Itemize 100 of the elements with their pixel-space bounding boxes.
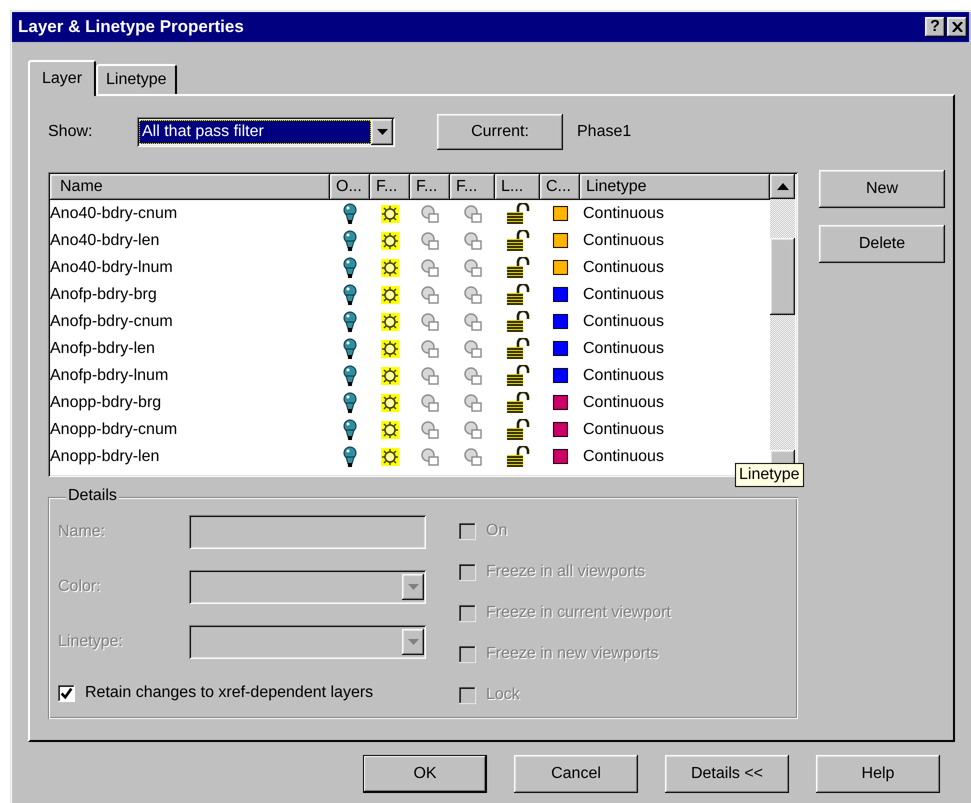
dialog-button[interactable]: Cancel	[514, 755, 638, 793]
column-header[interactable]: L...	[495, 174, 540, 200]
layer-name[interactable]: Anofp-bdry-cnum	[50, 308, 330, 335]
layer-name[interactable]: Ano40-bdry-cnum	[50, 200, 330, 227]
sun-icon[interactable]	[380, 284, 400, 304]
viewport-freeze-icon[interactable]	[420, 230, 440, 250]
bulb-icon[interactable]	[343, 310, 357, 332]
viewport-freeze-icon[interactable]	[462, 284, 482, 304]
color-swatch[interactable]	[552, 287, 568, 302]
viewport-freeze-icon[interactable]	[462, 312, 482, 332]
bulb-icon[interactable]	[343, 364, 357, 386]
layer-name[interactable]: Anopp-bdry-cnum	[50, 416, 330, 443]
bulb-icon[interactable]	[343, 446, 357, 468]
column-header[interactable]: F...	[450, 174, 495, 200]
viewport-freeze-icon[interactable]	[420, 204, 440, 224]
viewport-freeze-icon[interactable]	[420, 338, 440, 358]
side-button[interactable]: Delete	[819, 225, 945, 263]
layer-name[interactable]: Ano40-bdry-len	[50, 227, 330, 254]
color-swatch[interactable]	[552, 260, 568, 275]
help-button[interactable]: ?	[925, 17, 945, 37]
scroll-up-button[interactable]	[770, 174, 795, 199]
bulb-icon[interactable]	[343, 338, 357, 360]
bulb-icon[interactable]	[343, 230, 357, 252]
sun-icon[interactable]	[380, 420, 400, 440]
linetype-cell[interactable]: Continuous	[580, 200, 770, 227]
column-header[interactable]: O...	[330, 174, 370, 200]
open-lock-icon[interactable]	[506, 284, 530, 306]
viewport-freeze-icon[interactable]	[462, 420, 482, 440]
linetype-cell[interactable]: Continuous	[580, 362, 770, 389]
bulb-icon[interactable]	[343, 418, 357, 440]
viewport-freeze-icon[interactable]	[462, 230, 482, 250]
scroll-thumb[interactable]	[770, 238, 795, 315]
show-dropdown[interactable]: All that pass filter	[137, 117, 395, 147]
linetype-cell[interactable]: Continuous	[580, 335, 770, 362]
open-lock-icon[interactable]	[506, 230, 530, 252]
linetype-cell[interactable]: Continuous	[580, 227, 770, 254]
linetype-cell[interactable]: Continuous	[580, 416, 770, 443]
viewport-freeze-icon[interactable]	[420, 446, 440, 466]
open-lock-icon[interactable]	[506, 202, 530, 224]
sun-icon[interactable]	[380, 392, 400, 412]
column-header[interactable]: C...	[540, 174, 580, 200]
tab[interactable]: Linetype	[96, 64, 177, 94]
viewport-freeze-icon[interactable]	[420, 284, 440, 304]
color-swatch[interactable]	[552, 206, 568, 221]
color-swatch[interactable]	[552, 449, 568, 464]
bulb-icon[interactable]	[343, 256, 357, 278]
column-header[interactable]: F...	[410, 174, 450, 200]
viewport-freeze-icon[interactable]	[420, 420, 440, 440]
dialog-button[interactable]: Help	[816, 755, 940, 793]
sun-icon[interactable]	[380, 258, 400, 278]
side-button[interactable]: New	[819, 170, 945, 208]
color-swatch[interactable]	[552, 368, 568, 383]
tab[interactable]: Layer	[28, 60, 96, 96]
layer-name[interactable]: Ano40-bdry-lnum	[50, 254, 330, 281]
column-header[interactable]: F...	[370, 174, 410, 200]
viewport-freeze-icon[interactable]	[420, 392, 440, 412]
viewport-freeze-icon[interactable]	[462, 446, 482, 466]
column-header[interactable]: Name	[50, 174, 330, 200]
sun-icon[interactable]	[380, 230, 400, 250]
layer-name[interactable]: Anofp-bdry-len	[50, 335, 330, 362]
viewport-freeze-icon[interactable]	[462, 392, 482, 412]
viewport-freeze-icon[interactable]	[462, 258, 482, 278]
column-header[interactable]: Linetype	[580, 174, 770, 200]
sun-icon[interactable]	[380, 366, 400, 386]
open-lock-icon[interactable]	[506, 392, 530, 414]
viewport-freeze-icon[interactable]	[420, 258, 440, 278]
linetype-cell[interactable]: Continuous	[580, 281, 770, 308]
viewport-freeze-icon[interactable]	[420, 312, 440, 332]
dialog-button[interactable]: OK	[363, 755, 487, 793]
open-lock-icon[interactable]	[506, 310, 530, 332]
viewport-freeze-icon[interactable]	[462, 204, 482, 224]
bulb-icon[interactable]	[343, 284, 357, 306]
dialog-button[interactable]: Details <<	[665, 755, 789, 793]
viewport-freeze-icon[interactable]	[462, 366, 482, 386]
layer-name[interactable]: Anopp-bdry-brg	[50, 389, 330, 416]
layer-name[interactable]: Anofp-bdry-lnum	[50, 362, 330, 389]
bulb-icon[interactable]	[343, 202, 357, 224]
color-swatch[interactable]	[552, 395, 568, 410]
color-swatch[interactable]	[552, 341, 568, 356]
linetype-cell[interactable]: Continuous	[580, 254, 770, 281]
color-swatch[interactable]	[552, 422, 568, 437]
current-button[interactable]: Current:	[437, 114, 563, 150]
color-swatch[interactable]	[552, 233, 568, 248]
checkbox[interactable]	[58, 684, 75, 702]
layer-name[interactable]: Anofp-bdry-brg	[50, 281, 330, 308]
linetype-cell[interactable]: Continuous	[580, 389, 770, 416]
open-lock-icon[interactable]	[506, 446, 530, 468]
open-lock-icon[interactable]	[506, 418, 530, 440]
sun-icon[interactable]	[380, 312, 400, 332]
linetype-cell[interactable]: Continuous	[580, 308, 770, 335]
sun-icon[interactable]	[380, 204, 400, 224]
sun-icon[interactable]	[380, 338, 400, 358]
open-lock-icon[interactable]	[506, 364, 530, 386]
bulb-icon[interactable]	[343, 392, 357, 414]
layer-name[interactable]: Anopp-bdry-len	[50, 443, 330, 470]
color-swatch[interactable]	[552, 314, 568, 329]
viewport-freeze-icon[interactable]	[462, 338, 482, 358]
close-button[interactable]	[947, 17, 967, 37]
viewport-freeze-icon[interactable]	[420, 366, 440, 386]
sun-icon[interactable]	[380, 446, 400, 466]
